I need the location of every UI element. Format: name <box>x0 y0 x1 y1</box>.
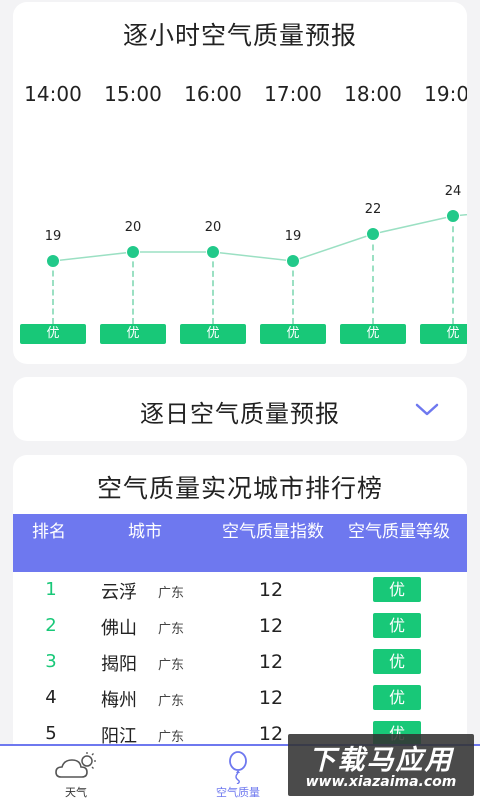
hourly-drop-line <box>452 216 454 324</box>
city-name: 揭阳 <box>101 654 137 675</box>
province-name: 广东 <box>158 586 185 601</box>
rank-number: 2 <box>45 615 57 636</box>
ranking-row[interactable]: 4 梅州 广东 12 优 <box>13 680 467 716</box>
ranking-table-header: 排名 城市 空气质量指数 空气质量等级 <box>13 514 467 572</box>
city-name: 梅州 <box>101 690 137 711</box>
balloon-icon <box>229 751 247 784</box>
rank-number: 1 <box>45 579 57 600</box>
province-name: 广东 <box>158 622 185 637</box>
aqi-level-badge: 优 <box>373 613 421 638</box>
watermark-main-text: 下载马应用 <box>308 745 454 776</box>
hourly-data-point[interactable] <box>366 227 380 241</box>
hourly-data-point[interactable] <box>286 254 300 268</box>
aqi-index-value: 12 <box>258 687 284 709</box>
hourly-drop-line <box>292 261 294 324</box>
daily-title: 逐日空气质量预报 <box>140 400 340 428</box>
hourly-aqi-chart[interactable]: 14:00 19 优 15:00 20 优 16:00 20 优 17:00 19 优 18:00 22 优… <box>13 72 467 352</box>
province-name: 广东 <box>158 658 185 673</box>
nav-label-weather: 天气 <box>65 786 87 799</box>
hourly-time-label: 14:00 <box>24 82 82 106</box>
nav-label-air-quality: 空气质量 <box>216 786 260 799</box>
hourly-line-series <box>52 213 467 262</box>
hourly-drop-line <box>372 234 374 324</box>
ranking-row[interactable]: 2 佛山 广东 12 优 <box>13 608 467 644</box>
hourly-drop-line <box>52 261 54 324</box>
city-name: 云浮 <box>101 582 137 603</box>
hourly-time-label: 18:00 <box>344 82 402 106</box>
hourly-level-badge: 优 <box>100 324 166 344</box>
nav-item-weather[interactable]: 天气 <box>36 746 116 800</box>
hourly-drop-line <box>132 252 134 324</box>
watermark-logo: 下载马应用 www.xiazaima.com <box>288 734 474 796</box>
aqi-index-value: 12 <box>258 615 284 637</box>
daily-aqi-card[interactable]: 逐日空气质量预报 <box>13 377 467 441</box>
cloud-sun-icon <box>55 752 96 778</box>
aqi-level-badge: 优 <box>373 577 421 602</box>
ranking-row[interactable]: 1 云浮 广东 12 优 <box>13 572 467 608</box>
hourly-value-label: 19 <box>44 229 62 244</box>
hourly-level-badge: 优 <box>20 324 86 344</box>
hourly-time-label: 19:00 <box>424 82 467 106</box>
hourly-data-point[interactable] <box>206 245 220 259</box>
hourly-level-badge: 优 <box>260 324 326 344</box>
city-name: 佛山 <box>101 618 137 639</box>
rank-number: 3 <box>45 651 57 672</box>
hourly-value-label: 22 <box>364 202 382 217</box>
hourly-drop-line <box>212 252 214 324</box>
nav-item-air-quality[interactable]: 空气质量 <box>198 746 278 800</box>
header-rank: 排名 <box>32 522 66 542</box>
aqi-index-value: 12 <box>258 651 284 673</box>
aqi-level-badge: 优 <box>373 649 421 674</box>
hourly-value-label: 19 <box>284 229 302 244</box>
hourly-data-point[interactable] <box>126 245 140 259</box>
ranking-row[interactable]: 3 揭阳 广东 12 优 <box>13 644 467 680</box>
rank-number: 5 <box>45 723 57 744</box>
hourly-value-label: 24 <box>444 184 462 199</box>
hourly-data-point[interactable] <box>446 209 460 223</box>
hourly-aqi-card: 逐小时空气质量预报 14:00 19 优 15:00 20 优 16:00 20 优 17:00 1… <box>13 2 467 364</box>
province-name: 广东 <box>158 694 185 709</box>
hourly-value-label: 20 <box>204 220 222 235</box>
hourly-time-label: 17:00 <box>264 82 322 106</box>
chevron-down-icon[interactable] <box>413 399 441 419</box>
hourly-title: 逐小时空气质量预报 <box>122 21 357 50</box>
city-ranking-card: 空气质量实况城市排行榜 排名 城市 空气质量指数 空气质量等级 1 云浮 广东 12 优… <box>13 455 467 755</box>
aqi-index-value: 12 <box>258 579 284 601</box>
ranking-title: 空气质量实况城市排行榜 <box>96 474 383 503</box>
hourly-level-badge: 优 <box>420 324 467 344</box>
header-index: 空气质量指数 <box>222 522 324 542</box>
header-city: 城市 <box>128 522 162 542</box>
hourly-level-badge: 优 <box>340 324 406 344</box>
hourly-value-label: 20 <box>124 220 142 235</box>
header-level: 空气质量等级 <box>348 522 450 542</box>
rank-number: 4 <box>45 687 57 708</box>
aqi-level-badge: 优 <box>373 685 421 710</box>
province-name: 广东 <box>158 730 185 745</box>
aqi-index-value: 12 <box>258 723 284 745</box>
hourly-data-point[interactable] <box>46 254 60 268</box>
hourly-time-label: 15:00 <box>104 82 162 106</box>
watermark-url-text: www.xiazaima.com <box>305 774 457 790</box>
hourly-time-label: 16:00 <box>184 82 242 106</box>
hourly-level-badge: 优 <box>180 324 246 344</box>
